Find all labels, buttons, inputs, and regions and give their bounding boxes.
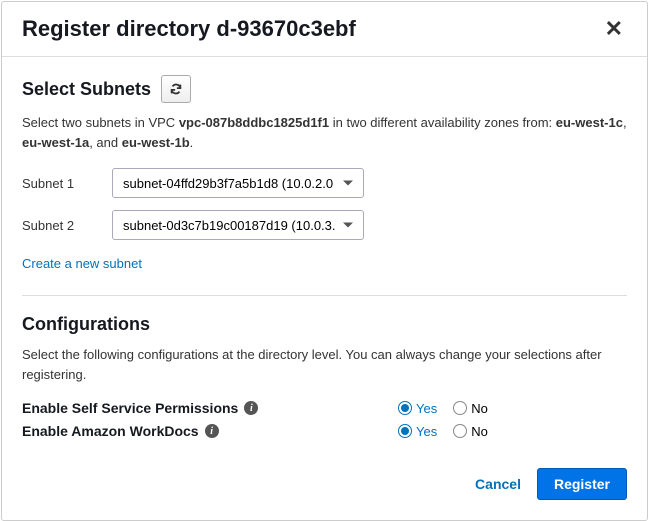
register-button[interactable]: Register (537, 468, 627, 500)
refresh-button[interactable] (161, 75, 191, 103)
modal-footer: Cancel Register (2, 450, 647, 520)
cancel-button[interactable]: Cancel (475, 476, 521, 492)
workdocs-radio-group: Yes No (392, 424, 494, 439)
az-3: eu-west-1b (122, 135, 190, 150)
workdocs-yes-radio[interactable] (398, 424, 412, 438)
vpc-id: vpc-087b8ddbc1825d1f1 (179, 115, 329, 130)
self-service-yes-radio[interactable] (398, 401, 412, 415)
self-service-row: Enable Self Service Permissions i Yes No (22, 400, 627, 416)
subnet2-row: Subnet 2 subnet-0d3c7b19c00187d19 (10.0.… (22, 210, 627, 240)
subnet1-select[interactable]: subnet-04ffd29b3f7a5b1d8 (10.0.2.0 (112, 168, 364, 198)
self-service-no-radio[interactable] (453, 401, 467, 415)
self-service-radio-group: Yes No (392, 401, 494, 416)
info-icon[interactable]: i (244, 401, 258, 415)
info-icon[interactable]: i (205, 424, 219, 438)
self-service-yes-label[interactable]: Yes (416, 401, 437, 416)
workdocs-no-label[interactable]: No (471, 424, 488, 439)
modal-body: Select Subnets Select two subnets in VPC… (2, 57, 647, 450)
self-service-no-label[interactable]: No (471, 401, 488, 416)
subnets-title: Select Subnets (22, 79, 151, 100)
workdocs-yes-label[interactable]: Yes (416, 424, 437, 439)
refresh-icon (169, 82, 183, 96)
workdocs-no-radio[interactable] (453, 424, 467, 438)
az-1: eu-west-1c (556, 115, 623, 130)
subnet1-label: Subnet 1 (22, 176, 112, 191)
close-icon[interactable]: ✕ (601, 16, 627, 42)
az-2: eu-west-1a (22, 135, 89, 150)
register-directory-modal: Register directory d-93670c3ebf ✕ Select… (1, 1, 648, 521)
section-divider (22, 295, 627, 296)
configurations-description: Select the following configurations at t… (22, 345, 627, 384)
self-service-label: Enable Self Service Permissions i (22, 400, 392, 416)
subnet1-row: Subnet 1 subnet-04ffd29b3f7a5b1d8 (10.0.… (22, 168, 627, 198)
subnet2-label: Subnet 2 (22, 218, 112, 233)
subnets-section-header: Select Subnets (22, 75, 627, 103)
subnet2-select[interactable]: subnet-0d3c7b19c00187d19 (10.0.3. (112, 210, 364, 240)
subnet1-value: subnet-04ffd29b3f7a5b1d8 (10.0.2.0 (123, 176, 333, 191)
configurations-title: Configurations (22, 314, 627, 335)
subnet2-value: subnet-0d3c7b19c00187d19 (10.0.3. (123, 218, 336, 233)
workdocs-label: Enable Amazon WorkDocs i (22, 423, 392, 439)
modal-header: Register directory d-93670c3ebf ✕ (2, 2, 647, 57)
subnets-description: Select two subnets in VPC vpc-087b8ddbc1… (22, 113, 627, 152)
create-subnet-link[interactable]: Create a new subnet (22, 256, 142, 271)
modal-title: Register directory d-93670c3ebf (22, 16, 356, 42)
workdocs-row: Enable Amazon WorkDocs i Yes No (22, 423, 627, 439)
